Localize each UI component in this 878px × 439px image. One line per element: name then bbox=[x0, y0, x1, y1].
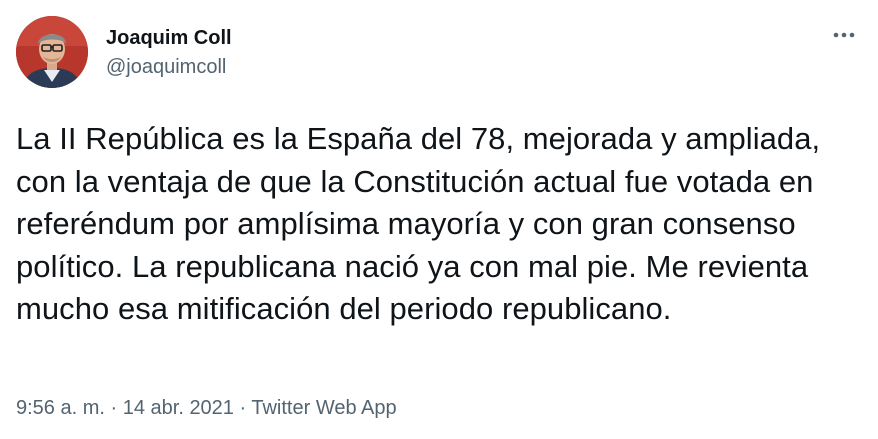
more-options-button[interactable] bbox=[824, 18, 864, 52]
author-display-name[interactable]: Joaquim Coll bbox=[106, 25, 232, 51]
tweet-source[interactable]: Twitter Web App bbox=[251, 397, 396, 419]
meta-separator: · bbox=[104, 397, 123, 419]
tweet-author: Joaquim Coll @joaquimcoll bbox=[106, 25, 232, 80]
tweet-time[interactable]: 9:56 a. m. bbox=[16, 397, 105, 419]
more-horizontal-icon bbox=[833, 32, 855, 38]
tweet-card: Joaquim Coll @joaquimcoll La II Repúblic… bbox=[0, 0, 878, 439]
avatar[interactable] bbox=[16, 16, 88, 88]
tweet-text: La II República es la España del 78, mej… bbox=[16, 121, 821, 326]
meta-separator: · bbox=[233, 397, 252, 419]
tweet-metadata: 9:56 a. m. · 14 abr. 2021 · Twitter Web … bbox=[16, 395, 397, 421]
author-handle[interactable]: @joaquimcoll bbox=[106, 54, 232, 80]
tweet-date[interactable]: 14 abr. 2021 bbox=[123, 397, 234, 419]
avatar-image bbox=[16, 16, 88, 88]
